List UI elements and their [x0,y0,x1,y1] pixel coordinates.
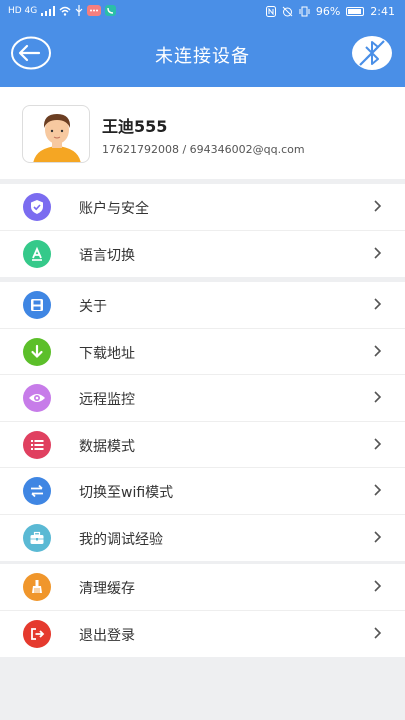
chevron-right-icon [374,580,382,592]
user-avatar-icon [33,114,81,162]
menu-item-language[interactable]: 语言切换 [0,231,405,278]
signal-bars-icon [41,5,56,16]
vibrate-icon [299,6,310,17]
menu-item-label: 清理缓存 [79,581,135,597]
menu-item-label: 账户与安全 [79,201,149,217]
user-name: 王迪555 [102,117,168,136]
letter-a-icon [23,239,51,268]
menu-item-label: 关于 [79,299,107,315]
user-profile-card[interactable]: 王迪555 17621792008 / 694346002@qq.com [0,87,405,179]
battery-percent: 96% [315,5,341,18]
wifi-icon [59,6,71,16]
download-arrow-icon [23,337,51,366]
status-left: HD 4G [8,5,117,16]
swap-arrows-icon [23,477,51,505]
menu-item-label: 远程监控 [79,392,135,408]
settings-group-account: 账户与安全 语言切换 [0,184,405,277]
message-icon [87,5,102,16]
menu-item-label: 数据模式 [79,438,135,455]
chevron-right-icon [374,298,382,310]
shield-check-icon [23,193,51,221]
floppy-disk-icon [23,291,51,319]
user-contact: 17621792008 / 694346002@qq.com [102,143,305,156]
avatar[interactable] [22,105,90,163]
battery-icon [346,7,365,16]
app-header: HD 4G 96% 2:41 未连接设备 [0,0,405,87]
menu-item-data-mode[interactable]: 数据模式 [0,422,405,468]
settings-group-general: 关于 下载地址 远程监控 数据模式 切换至wifi模式 我的调试经验 [0,282,405,561]
menu-item-label: 我的调试经验 [79,531,163,548]
menu-item-label: 切换至wifi模式 [79,485,174,501]
broom-icon [23,573,51,601]
chevron-right-icon [374,484,382,496]
chevron-right-icon [374,437,382,450]
menu-item-label: 退出登录 [79,627,135,644]
menu-item-logout[interactable]: 退出登录 [0,611,405,658]
status-right: 96% 2:41 [265,5,395,18]
list-icon [23,430,51,459]
usb-icon [75,5,83,16]
chevron-right-icon [374,530,382,543]
eye-icon [23,384,51,412]
menu-item-label: 语言切换 [79,247,135,264]
menu-item-about[interactable]: 关于 [0,282,405,329]
menu-item-switch-wifi[interactable]: 切换至wifi模式 [0,468,405,515]
logout-icon [23,619,51,648]
settings-group-system: 清理缓存 退出登录 [0,564,405,657]
chevron-right-icon [374,391,382,403]
chevron-right-icon [374,246,382,259]
menu-item-remote-monitor[interactable]: 远程监控 [0,375,405,422]
menu-item-download[interactable]: 下载地址 [0,329,405,375]
menu-item-debug-experience[interactable]: 我的调试经验 [0,515,405,562]
alarm-off-icon [282,6,293,17]
chevron-right-icon [374,200,382,212]
signal-indicator: HD 4G [8,5,38,16]
bluetooth-disabled-icon[interactable] [351,35,393,71]
menu-item-label: 下载地址 [79,345,135,362]
clock: 2:41 [370,5,395,18]
chevron-right-icon [374,344,382,357]
menu-item-clear-cache[interactable]: 清理缓存 [0,564,405,611]
chevron-right-icon [374,626,382,639]
phone-app-icon [105,5,117,16]
status-bar: HD 4G 96% 2:41 [0,0,405,24]
nfc-icon [265,6,276,17]
toolbox-icon [23,523,51,552]
menu-item-account-security[interactable]: 账户与安全 [0,184,405,231]
page-title: 未连接设备 [155,46,250,67]
